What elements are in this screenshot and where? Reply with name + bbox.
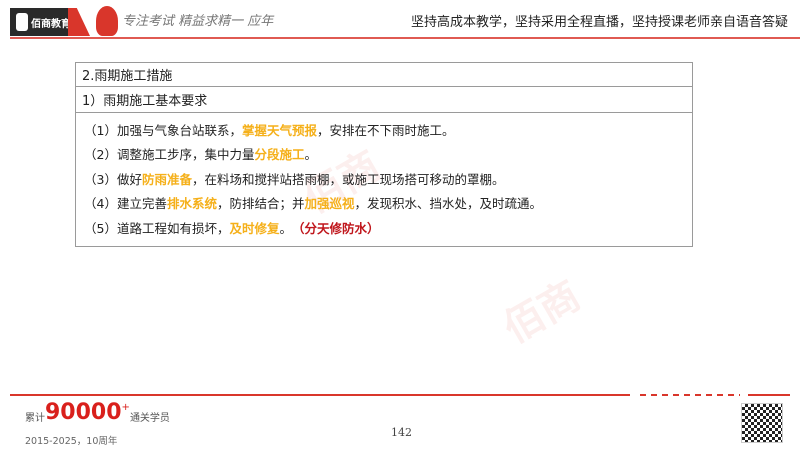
- highlight-text: 防雨准备: [141, 171, 192, 187]
- note-text: （分天修防水）: [292, 220, 380, 236]
- brand-logo: 佰商教育: [10, 8, 74, 36]
- footer-divider-end: [748, 394, 790, 396]
- mascot-icon: [96, 6, 118, 36]
- table-title: 2.雨期施工措施: [76, 63, 692, 87]
- item-text: （4）建立完善: [84, 196, 167, 212]
- list-item: （1）加强与气象台站联系， 掌握天气预报 ，安排在不下雨时施工。: [84, 117, 684, 142]
- item-text: （3）做好: [84, 171, 142, 187]
- highlight-text: 加强巡视: [304, 196, 355, 212]
- list-item: （5）道路工程如有损坏， 及时修复。 （分天修防水）: [84, 215, 684, 240]
- header-divider: [10, 37, 800, 39]
- item-text: 。: [304, 147, 317, 163]
- signature: 专注考试 精益求精一 应年: [122, 14, 274, 29]
- table-subtitle: 1）雨期施工基本要求: [76, 87, 692, 113]
- students-stat: 累计 90000 + 通关学员: [25, 400, 170, 425]
- stat-plus: +: [121, 402, 130, 413]
- item-text: （1）加强与气象台站联系，: [84, 122, 242, 138]
- footer-divider-dashed: [640, 394, 740, 396]
- page-number: 142: [391, 426, 412, 439]
- item-text: ，在料场和搅拌站搭雨棚，或施工现场搭可移动的罩棚。: [191, 171, 505, 187]
- requirements-list: （1）加强与气象台站联系， 掌握天气预报 ，安排在不下雨时施工。 （2）调整施工步序，…: [76, 113, 692, 246]
- item-text: ，防排结合；并: [216, 196, 305, 212]
- logo-accent: [68, 8, 90, 36]
- logo-text: 佰商教育: [31, 18, 71, 30]
- logo-icon: [16, 13, 28, 31]
- watermark: 佰商: [495, 272, 589, 353]
- anniversary-text: 2015-2025，10周年: [25, 436, 118, 447]
- item-text: ，发现积水、挡水处，及时疏通。: [354, 196, 543, 212]
- highlight-text: 掌握天气预报: [241, 122, 317, 138]
- stat-prefix: 累计: [25, 413, 45, 424]
- list-item: （4）建立完善 排水系统 ，防排结合；并 加强巡视 ，发现积水、挡水处，及时疏通。: [84, 191, 684, 216]
- qr-code-icon: [741, 403, 783, 443]
- highlight-text: 分段施工: [254, 147, 305, 163]
- list-item: （3）做好 防雨准备 ，在料场和搅拌站搭雨棚，或施工现场搭可移动的罩棚。: [84, 166, 684, 191]
- item-text: （5）道路工程如有损坏，: [84, 220, 230, 236]
- stat-suffix: 通关学员: [129, 413, 170, 424]
- item-text: （2）调整施工步序，集中力量: [84, 147, 255, 163]
- content-table: 2.雨期施工措施 1）雨期施工基本要求 （1）加强与气象台站联系， 掌握天气预报，…: [75, 62, 693, 247]
- highlight-text: 排水系统: [166, 196, 217, 212]
- list-item: （2）调整施工步序，集中力量 分段施工。: [84, 142, 684, 167]
- highlight-text: 及时修复: [229, 220, 280, 236]
- item-text: ，安排在不下雨时施工。: [316, 122, 455, 138]
- slogan: 坚持高成本教学，坚持采用全程直播，坚持授课老师亲自语音答疑: [410, 15, 788, 30]
- item-text: 。: [279, 220, 292, 236]
- footer-divider: [10, 394, 630, 396]
- stat-count: 90000: [45, 400, 122, 425]
